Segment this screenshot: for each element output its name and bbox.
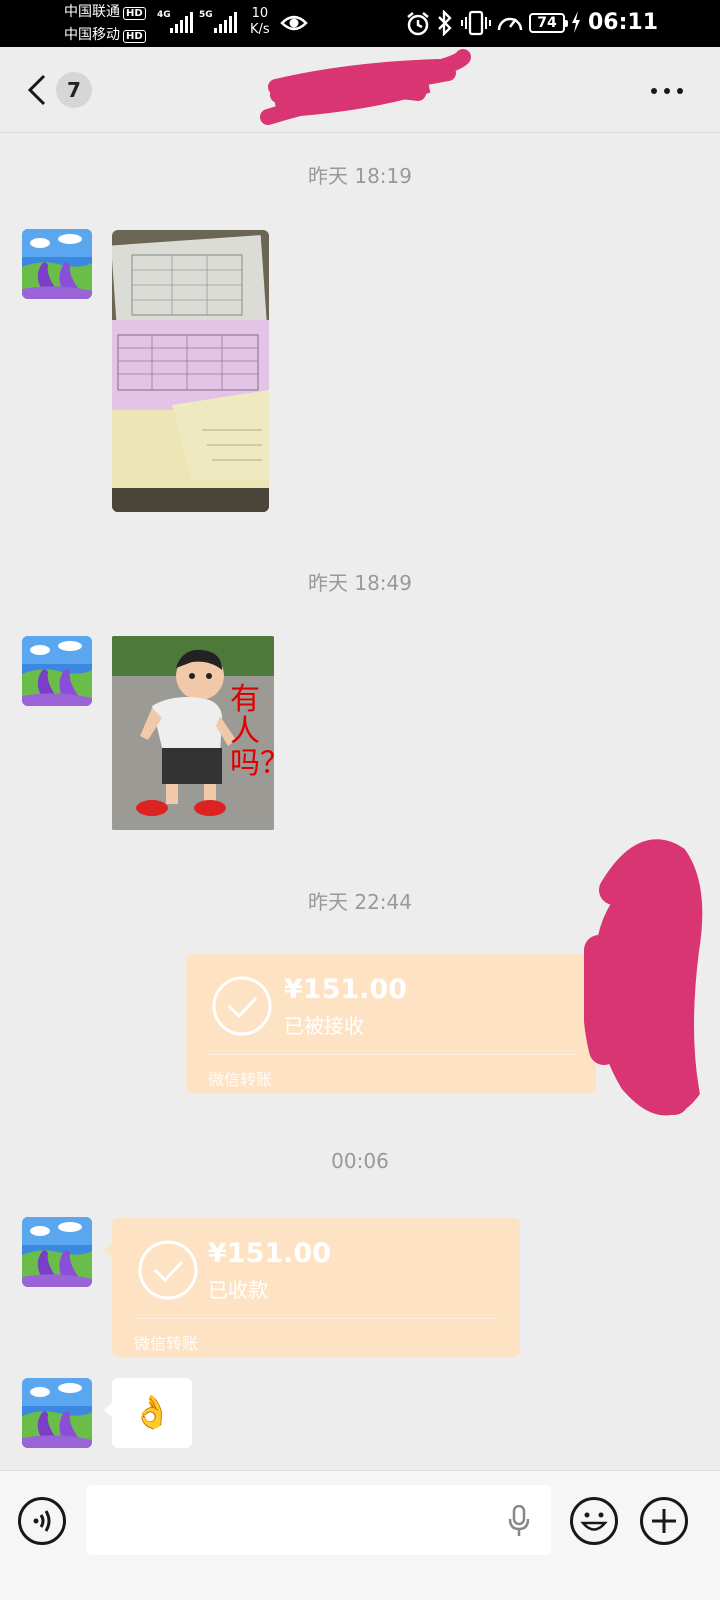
network-type-1: 4G [157,10,171,20]
unread-count-badge[interactable]: 7 [56,72,92,108]
divider [208,1054,574,1055]
carrier-1: 中国联通 HD [64,4,146,20]
carrier-2: 中国移动 HD [64,27,146,43]
timestamp: 00:06 [331,1149,389,1173]
transfer-label: 微信转账 [208,1070,273,1089]
voice-icon[interactable] [18,1497,66,1545]
avatar[interactable] [22,636,92,706]
transfer-amount: ¥151.00 [284,974,407,1005]
input-bar [0,1470,720,1600]
bluetooth-icon [438,10,452,36]
battery-level: 74 [537,15,557,31]
microphone-icon[interactable] [508,1505,530,1537]
network-type-2: 5G [199,10,213,20]
carrier-1-name: 中国联通 [64,4,120,20]
transfer-label: 微信转账 [134,1334,199,1353]
check-circle-icon [212,976,272,1036]
speed-value: 10 [251,6,269,21]
redaction-mark [584,839,703,1116]
redaction-mark [260,49,471,125]
emoji-icon[interactable] [570,1497,618,1545]
ok-hand-emoji: 👌 [132,1393,172,1431]
avatar[interactable] [22,1378,92,1448]
chat-header: 7 0 [0,47,720,133]
timestamp: 昨天 18:19 [308,164,412,188]
hd-badge: HD [123,7,146,20]
sticker-caption: 有人吗？ [230,682,274,781]
avatar[interactable] [22,1217,92,1287]
speed-unit: K/s [250,22,270,37]
bubble-tail [104,1242,113,1258]
back-arrow-icon[interactable] [26,73,48,107]
charging-icon [572,11,580,33]
transfer-status: 已被接收 [284,1014,364,1038]
transfer-status: 已收款 [208,1278,268,1302]
message-input[interactable] [86,1485,551,1555]
divider [134,1318,498,1319]
received-transfer-card[interactable]: ¥151.00 已收款 微信转账 [104,1218,520,1357]
check-circle-icon [138,1240,198,1300]
photo-message-documents[interactable] [112,230,269,512]
sticker-message[interactable]: 有人吗？ [112,636,274,830]
sent-transfer-card[interactable]: ¥151.00 已被接收 微信转账 [186,954,596,1093]
vibrate-icon [461,10,491,36]
timestamp: 昨天 18:49 [308,571,412,595]
signal-icon [214,11,237,33]
transfer-amount: ¥151.00 [208,1238,331,1269]
eye-icon [280,15,308,31]
status-bar: 中国联通 HD 中国移动 HD 4G 5G 10 K/s 74 06:11 [0,0,720,47]
network-speed: 10 K/s [250,6,270,38]
hd-badge: HD [123,30,146,43]
battery-indicator: 74 [529,13,568,33]
alarm-icon [407,12,429,36]
carrier-2-name: 中国移动 [64,27,120,43]
signal-icon [170,11,193,33]
clock: 06:11 [588,10,659,35]
add-icon[interactable] [640,1497,688,1545]
avatar[interactable] [22,229,92,299]
speedometer-icon [497,17,523,31]
more-icon[interactable] [650,87,684,95]
emoji-message[interactable]: 👌 [104,1378,192,1448]
